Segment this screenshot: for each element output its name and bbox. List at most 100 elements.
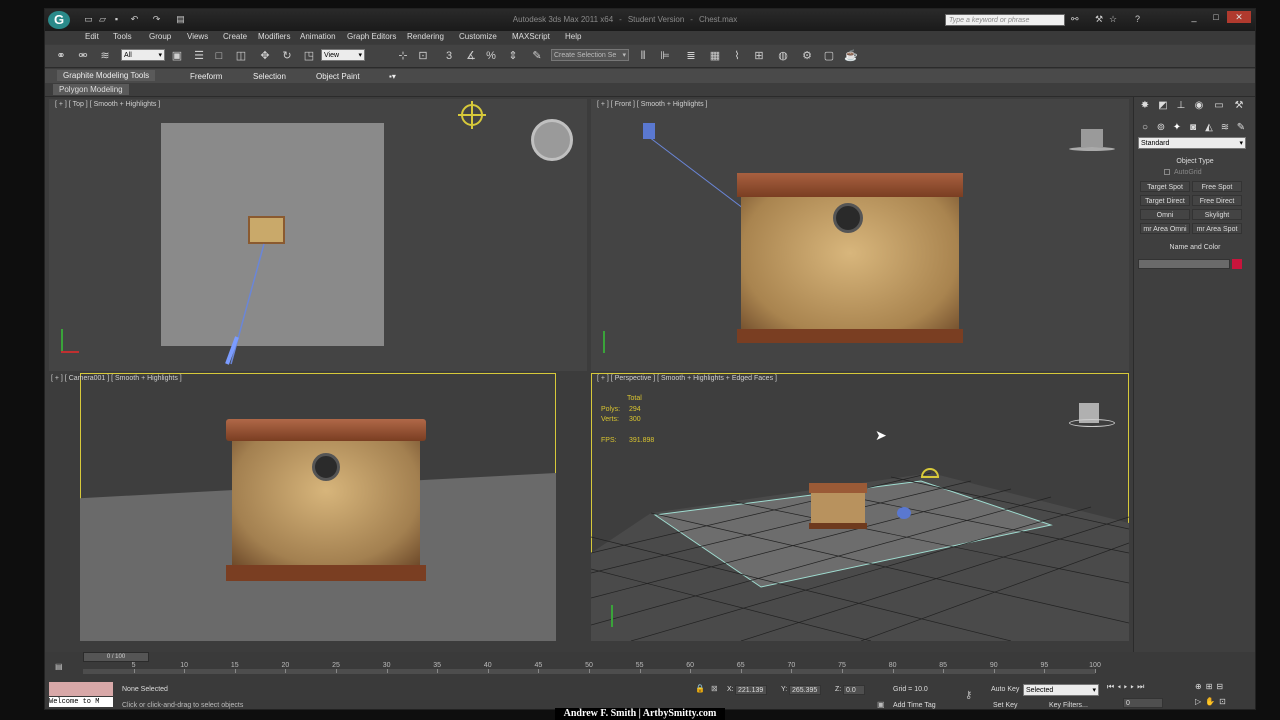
skylight-button[interactable]: Skylight <box>1192 209 1242 220</box>
tab-freeform[interactable]: Freeform <box>190 72 222 81</box>
viewport-front[interactable]: [ + ] [ Front ] [ Smooth + Highlights ] <box>591 99 1129 371</box>
free-spot-button[interactable]: Free Spot <box>1192 181 1242 192</box>
viewcube-front-icon[interactable] <box>1081 129 1103 147</box>
bind-space-warp-icon[interactable]: ≋ <box>97 48 113 64</box>
maxscript-mini-listener[interactable] <box>49 682 113 696</box>
schematic-view-icon[interactable]: ⊞ <box>751 48 767 64</box>
lock-selection-icon[interactable]: 🔒 <box>695 684 705 693</box>
menu-tools[interactable]: Tools <box>113 32 132 41</box>
name-color-rollout[interactable]: Name and Color <box>1140 243 1250 253</box>
search-input[interactable]: Type a keyword or phrase <box>945 14 1065 26</box>
favorites-icon[interactable]: ☆ <box>1109 14 1117 25</box>
render-production-icon[interactable]: ☕ <box>843 48 859 64</box>
select-object-icon[interactable]: ▣ <box>169 48 185 64</box>
menu-views[interactable]: Views <box>187 32 208 41</box>
systems-icon[interactable]: ✎ <box>1234 121 1248 135</box>
omni-button[interactable]: Omni <box>1140 209 1190 220</box>
menu-rendering[interactable]: Rendering <box>407 32 444 41</box>
key-mode-dropdown[interactable]: Selected <box>1023 684 1099 697</box>
auto-key-button[interactable]: Auto Key <box>991 686 1019 693</box>
angle-snap-icon[interactable]: ∡ <box>463 48 479 64</box>
viewport-nav-controls-2[interactable]: ▷✋⊡ <box>1195 697 1230 706</box>
display-tab-icon[interactable]: ▭ <box>1212 99 1226 113</box>
select-manipulate-icon[interactable]: ⊡ <box>415 48 431 64</box>
mirror-icon[interactable]: ⫴ <box>635 48 651 64</box>
edit-named-selection-icon[interactable]: ✎ <box>529 48 545 64</box>
autogrid-checkbox[interactable] <box>1164 169 1170 175</box>
add-time-tag-button[interactable]: Add Time Tag <box>893 702 936 709</box>
binoculars-icon[interactable]: ⚯ <box>1071 14 1079 25</box>
maxscript-output[interactable]: Welcome to M <box>49 697 113 707</box>
ribbon-options-icon[interactable]: ▪▾ <box>389 72 396 81</box>
layer-manager-icon[interactable]: ≣ <box>683 48 699 64</box>
shapes-icon[interactable]: ⊚ <box>1154 121 1168 135</box>
modify-tab-icon[interactable]: ◩ <box>1156 99 1170 113</box>
geometry-icon[interactable]: ○ <box>1138 121 1152 135</box>
viewport-top[interactable]: [ + ] [ Top ] [ Smooth + Highlights ] <box>49 99 587 371</box>
move-icon[interactable]: ✥ <box>257 48 273 64</box>
rectangular-selection-icon[interactable]: □ <box>211 48 227 64</box>
object-color-swatch[interactable] <box>1232 259 1242 269</box>
viewport-camera[interactable] <box>80 373 556 641</box>
target-spot-button[interactable]: Target Spot <box>1140 181 1190 192</box>
tab-graphite-modeling-tools[interactable]: Graphite Modeling Tools <box>57 70 156 81</box>
free-direct-button[interactable]: Free Direct <box>1192 195 1242 206</box>
close-button[interactable]: ✕ <box>1227 11 1251 23</box>
menu-help[interactable]: Help <box>565 32 581 41</box>
scale-icon[interactable]: ◳ <box>301 48 317 64</box>
named-selection-dropdown[interactable]: Create Selection Se <box>551 49 629 62</box>
menu-graph-editors[interactable]: Graph Editors <box>347 32 396 41</box>
x-coord-field[interactable]: 221.139 <box>735 685 767 695</box>
selection-filter-dropdown[interactable]: All <box>121 49 165 62</box>
y-coord-field[interactable]: 265.395 <box>789 685 821 695</box>
open-file-icon[interactable]: ▱ <box>97 14 108 25</box>
curve-editor-icon[interactable]: ⌇ <box>729 48 745 64</box>
project-folder-icon[interactable]: ▤ <box>175 14 186 25</box>
absolute-mode-icon[interactable]: ⊠ <box>711 684 718 693</box>
rendered-frame-icon[interactable]: ▢ <box>821 48 837 64</box>
time-tag-icon[interactable]: ▣ <box>877 700 885 709</box>
viewport-nav-controls[interactable]: ⊕⊞⊟ <box>1195 682 1227 691</box>
viewcube-icon[interactable] <box>531 119 573 161</box>
window-crossing-icon[interactable]: ◫ <box>233 48 249 64</box>
reference-coordinate-dropdown[interactable]: View <box>321 49 365 62</box>
mini-curve-editor-icon[interactable]: ▤ <box>55 662 67 672</box>
app-logo-icon[interactable]: G <box>48 11 70 29</box>
hierarchy-tab-icon[interactable]: ⊥ <box>1174 99 1188 113</box>
polygon-modeling-tab[interactable]: Polygon Modeling <box>53 84 129 95</box>
select-by-name-icon[interactable]: ☰ <box>191 48 207 64</box>
menu-maxscript[interactable]: MAXScript <box>512 32 550 41</box>
undo-icon[interactable]: ↶ <box>129 14 140 25</box>
set-key-key-icon[interactable]: ⚷ <box>965 690 972 701</box>
tab-selection[interactable]: Selection <box>253 72 286 81</box>
maximize-button[interactable]: □ <box>1205 11 1227 23</box>
create-tab-icon[interactable]: ✸ <box>1138 99 1152 113</box>
snap-toggle-icon[interactable]: 3 <box>441 48 457 64</box>
helpers-icon[interactable]: ◭ <box>1202 121 1216 135</box>
set-key-button[interactable]: Set Key <box>993 702 1018 709</box>
minimize-button[interactable]: _ <box>1183 11 1205 23</box>
communication-center-icon[interactable]: ⚒ <box>1095 14 1103 25</box>
current-frame-field[interactable]: 0 <box>1123 698 1163 708</box>
lights-icon[interactable]: ✦ <box>1170 121 1184 135</box>
playback-controls[interactable]: ⏮◂▸▸⏭ <box>1107 682 1147 692</box>
percent-snap-icon[interactable]: % <box>483 48 499 64</box>
utilities-tab-icon[interactable]: ⚒ <box>1232 99 1246 113</box>
mr-area-omni-button[interactable]: mr Area Omni <box>1140 223 1190 234</box>
render-setup-icon[interactable]: ⚙ <box>799 48 815 64</box>
time-slider[interactable]: 0 / 100 <box>83 652 149 662</box>
key-filters-button[interactable]: Key Filters... <box>1049 702 1088 709</box>
align-icon[interactable]: ⊫ <box>657 48 673 64</box>
target-direct-button[interactable]: Target Direct <box>1140 195 1190 206</box>
object-type-rollout[interactable]: Object Type <box>1140 157 1250 167</box>
object-name-field[interactable] <box>1138 259 1230 269</box>
tab-object-paint[interactable]: Object Paint <box>316 72 360 81</box>
save-file-icon[interactable]: ▪ <box>111 14 122 25</box>
pivot-center-icon[interactable]: ⊹ <box>395 48 411 64</box>
menu-customize[interactable]: Customize <box>459 32 497 41</box>
z-coord-field[interactable]: 0.0 <box>843 685 865 695</box>
help-icon[interactable]: ? <box>1135 14 1140 24</box>
mr-area-spot-button[interactable]: mr Area Spot <box>1192 223 1242 234</box>
rotate-icon[interactable]: ↻ <box>279 48 295 64</box>
menu-modifiers[interactable]: Modifiers <box>258 32 290 41</box>
